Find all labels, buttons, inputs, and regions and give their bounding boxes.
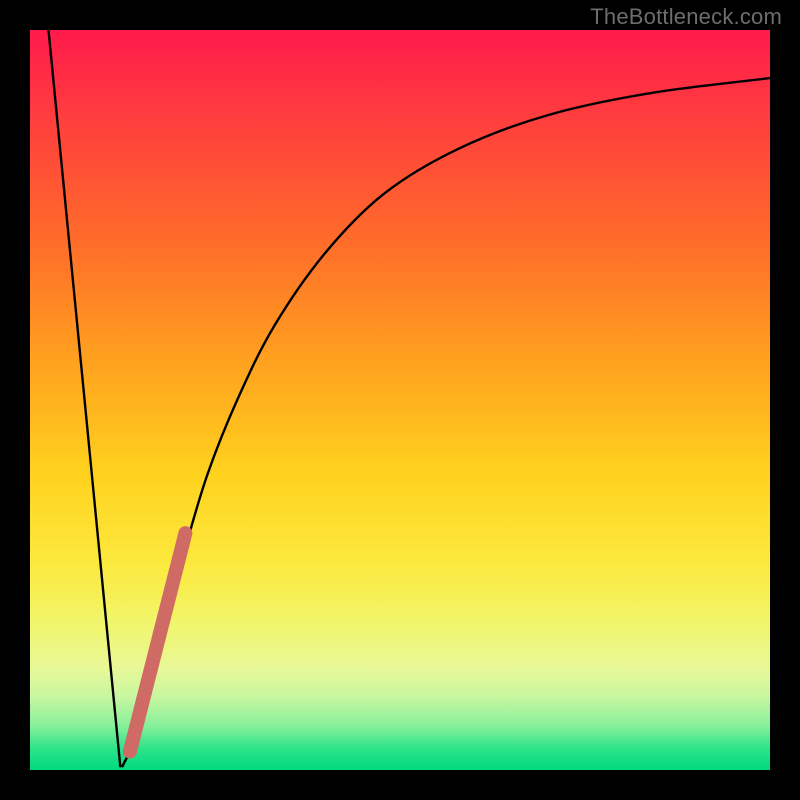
bottleneck-curve-left-path [49, 30, 121, 766]
plot-area [30, 30, 770, 770]
watermark-text: TheBottleneck.com [590, 4, 782, 30]
bottleneck-curve-right-path [123, 78, 771, 766]
highlight-segment-path [130, 533, 186, 751]
chart-svg [30, 30, 770, 770]
chart-frame: TheBottleneck.com [0, 0, 800, 800]
